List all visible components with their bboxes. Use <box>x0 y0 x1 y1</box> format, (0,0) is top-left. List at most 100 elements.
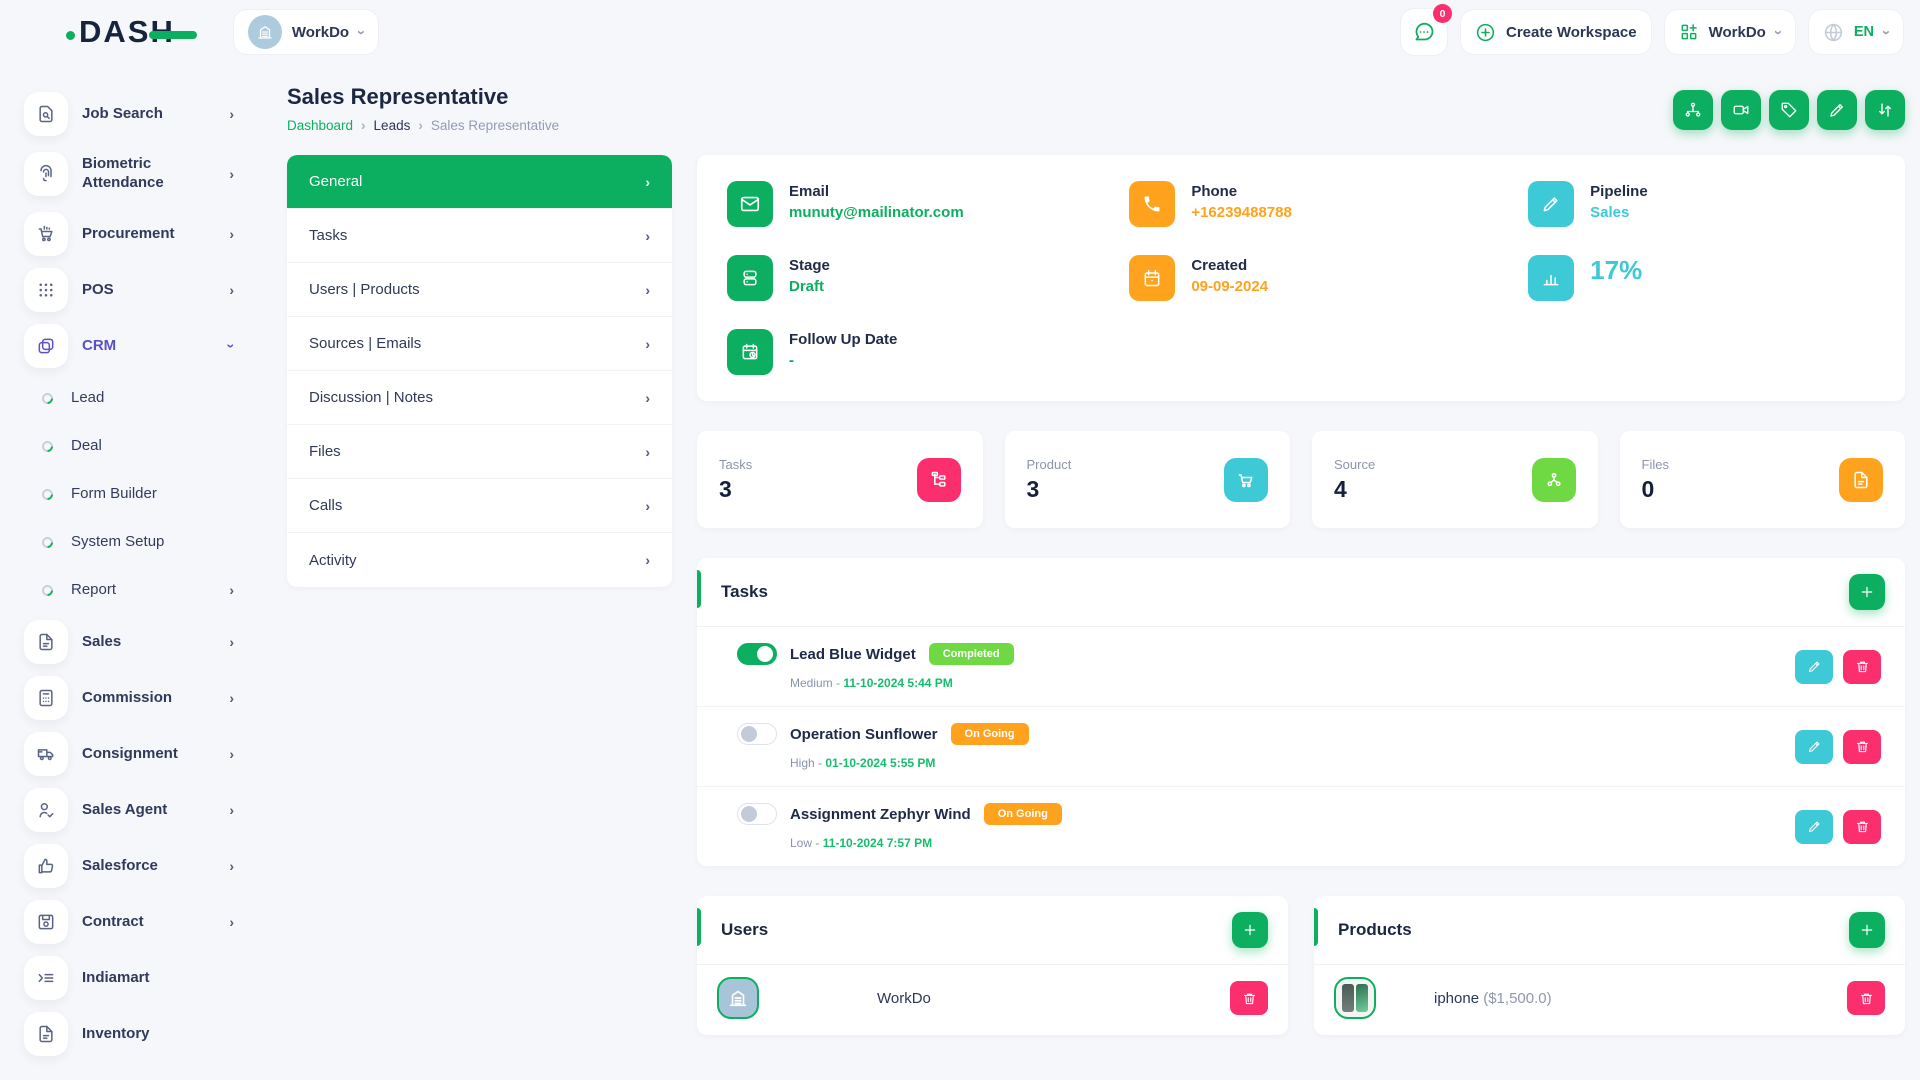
calendar-clock-icon <box>727 329 773 375</box>
convert-button[interactable] <box>1865 90 1905 130</box>
cart-icon <box>1224 458 1268 502</box>
user-row: WorkDo <box>697 965 1288 1035</box>
sidebar-item-deal[interactable]: Deal <box>24 422 244 470</box>
grid-dots-icon <box>24 268 68 312</box>
plus-icon <box>1242 922 1258 938</box>
products-card: Products iphone ($1,500.0) <box>1314 896 1905 1035</box>
chevron-down-icon: › <box>359 24 364 41</box>
delete-task-button[interactable] <box>1843 650 1881 684</box>
sidebar-item-form-builder[interactable]: Form Builder <box>24 470 244 518</box>
users-card: Users WorkDo <box>697 896 1288 1035</box>
meeting-button[interactable] <box>1721 90 1761 130</box>
donut-icon <box>40 438 56 454</box>
account-menu[interactable]: WorkDo › <box>1664 9 1796 55</box>
breadcrumb-dashboard[interactable]: Dashboard <box>287 118 353 133</box>
sitemap-button[interactable] <box>1673 90 1713 130</box>
edit-task-button[interactable] <box>1795 730 1833 764</box>
workspace-selector[interactable]: WorkDo › <box>233 9 379 55</box>
logo-dot-icon <box>66 31 75 40</box>
tab-calls[interactable]: Calls› <box>287 479 672 533</box>
task-row: Lead Blue Widget Completed Medium - 11-1… <box>697 627 1905 707</box>
tab-discussion-notes[interactable]: Discussion | Notes› <box>287 371 672 425</box>
tab-users-products[interactable]: Users | Products› <box>287 263 672 317</box>
sidebar-item-procurement[interactable]: Procurement› <box>24 206 244 262</box>
messages-button[interactable]: 0 <box>1400 8 1448 56</box>
trash-icon <box>1855 739 1870 754</box>
sidebar-item-job-search[interactable]: Job Search› <box>24 86 244 142</box>
chat-icon <box>1412 20 1436 44</box>
stat-files: Files0 <box>1620 431 1906 528</box>
delete-user-button[interactable] <box>1230 981 1268 1015</box>
add-product-button[interactable] <box>1849 912 1885 948</box>
list-tree-icon <box>917 458 961 502</box>
stat-source: Source4 <box>1312 431 1598 528</box>
tab-activity[interactable]: Activity› <box>287 533 672 587</box>
chevron-right-icon: › <box>229 802 234 818</box>
sidebar-item-pos[interactable]: POS› <box>24 262 244 318</box>
users-section-title: Users <box>721 920 768 940</box>
task-status-badge: On Going <box>951 723 1029 745</box>
sidebar-item-contract[interactable]: Contract› <box>24 894 244 950</box>
envelope-icon <box>727 181 773 227</box>
add-task-button[interactable] <box>1849 574 1885 610</box>
tab-files[interactable]: Files› <box>287 425 672 479</box>
task-toggle[interactable] <box>737 723 777 745</box>
edit-task-button[interactable] <box>1795 810 1833 844</box>
sidebar-item-biometric-attendance[interactable]: Biometric Attendance› <box>24 142 244 206</box>
phone-value[interactable]: +16239488788 <box>1191 204 1292 221</box>
chevron-right-icon: › <box>229 634 234 650</box>
pipeline-field: PipelineSales <box>1528 181 1875 227</box>
sidebar-item-system-setup[interactable]: System Setup <box>24 518 244 566</box>
chevron-right-icon: › <box>645 336 650 352</box>
sidebar-item-lead[interactable]: Lead <box>24 374 244 422</box>
delete-task-button[interactable] <box>1843 730 1881 764</box>
page-actions <box>1673 90 1905 130</box>
sidebar-item-crm[interactable]: CRM› <box>24 318 244 374</box>
language-label: EN <box>1854 24 1874 40</box>
globe-icon <box>1823 22 1844 43</box>
delete-product-button[interactable] <box>1847 981 1885 1015</box>
chevron-right-icon: › <box>645 174 650 190</box>
chevron-right-icon: › <box>229 166 234 182</box>
tab-sources-emails[interactable]: Sources | Emails› <box>287 317 672 371</box>
language-selector[interactable]: EN › <box>1808 9 1904 55</box>
share-nodes-icon <box>1532 458 1576 502</box>
lead-details-card: Emailmunuty@mailinator.com Phone+1623948… <box>697 155 1905 401</box>
task-toggle[interactable] <box>737 643 777 665</box>
create-workspace-button[interactable]: Create Workspace <box>1460 9 1652 55</box>
donut-icon <box>40 582 56 598</box>
user-name: WorkDo <box>877 990 931 1007</box>
sidebar-item-sales[interactable]: Sales› <box>24 614 244 670</box>
tab-general[interactable]: General› <box>287 155 672 209</box>
pencil-icon <box>1807 819 1822 834</box>
chevron-right-icon: › <box>645 228 650 244</box>
page-title: Sales Representative <box>287 84 559 110</box>
task-row: Operation Sunflower On Going High - 01-1… <box>697 707 1905 787</box>
sidebar-item-indiamart[interactable]: Indiamart <box>24 950 244 1006</box>
pipeline-value: Sales <box>1590 204 1648 221</box>
pencil-icon <box>1807 659 1822 674</box>
trash-icon <box>1242 991 1257 1006</box>
task-toggle[interactable] <box>737 803 777 825</box>
pencil-icon <box>1807 739 1822 754</box>
add-user-button[interactable] <box>1232 912 1268 948</box>
tab-tasks[interactable]: Tasks› <box>287 209 672 263</box>
sidebar-item-inventory[interactable]: Inventory <box>24 1006 244 1062</box>
sidebar-item-report[interactable]: Report› <box>24 566 244 614</box>
edit-lead-button[interactable] <box>1817 90 1857 130</box>
edit-task-button[interactable] <box>1795 650 1833 684</box>
stage-value: Draft <box>789 278 830 295</box>
top-bar: DASH WorkDo › 0 Create Workspace WorkDo … <box>0 0 1920 64</box>
email-value[interactable]: munuty@mailinator.com <box>789 204 964 221</box>
sidebar-item-sales-agent[interactable]: Sales Agent› <box>24 782 244 838</box>
breadcrumb-leads[interactable]: Leads <box>374 118 411 133</box>
sidebar-item-consignment[interactable]: Consignment› <box>24 726 244 782</box>
grid-plus-icon <box>1679 22 1699 42</box>
tasks-section-title: Tasks <box>721 582 768 602</box>
main-content: Sales Representative Dashboard › Leads ›… <box>252 64 1920 1035</box>
labels-button[interactable] <box>1769 90 1809 130</box>
delete-task-button[interactable] <box>1843 810 1881 844</box>
stat-value: 3 <box>1027 476 1072 503</box>
sidebar-item-commission[interactable]: Commission› <box>24 670 244 726</box>
sidebar-item-salesforce[interactable]: Salesforce› <box>24 838 244 894</box>
